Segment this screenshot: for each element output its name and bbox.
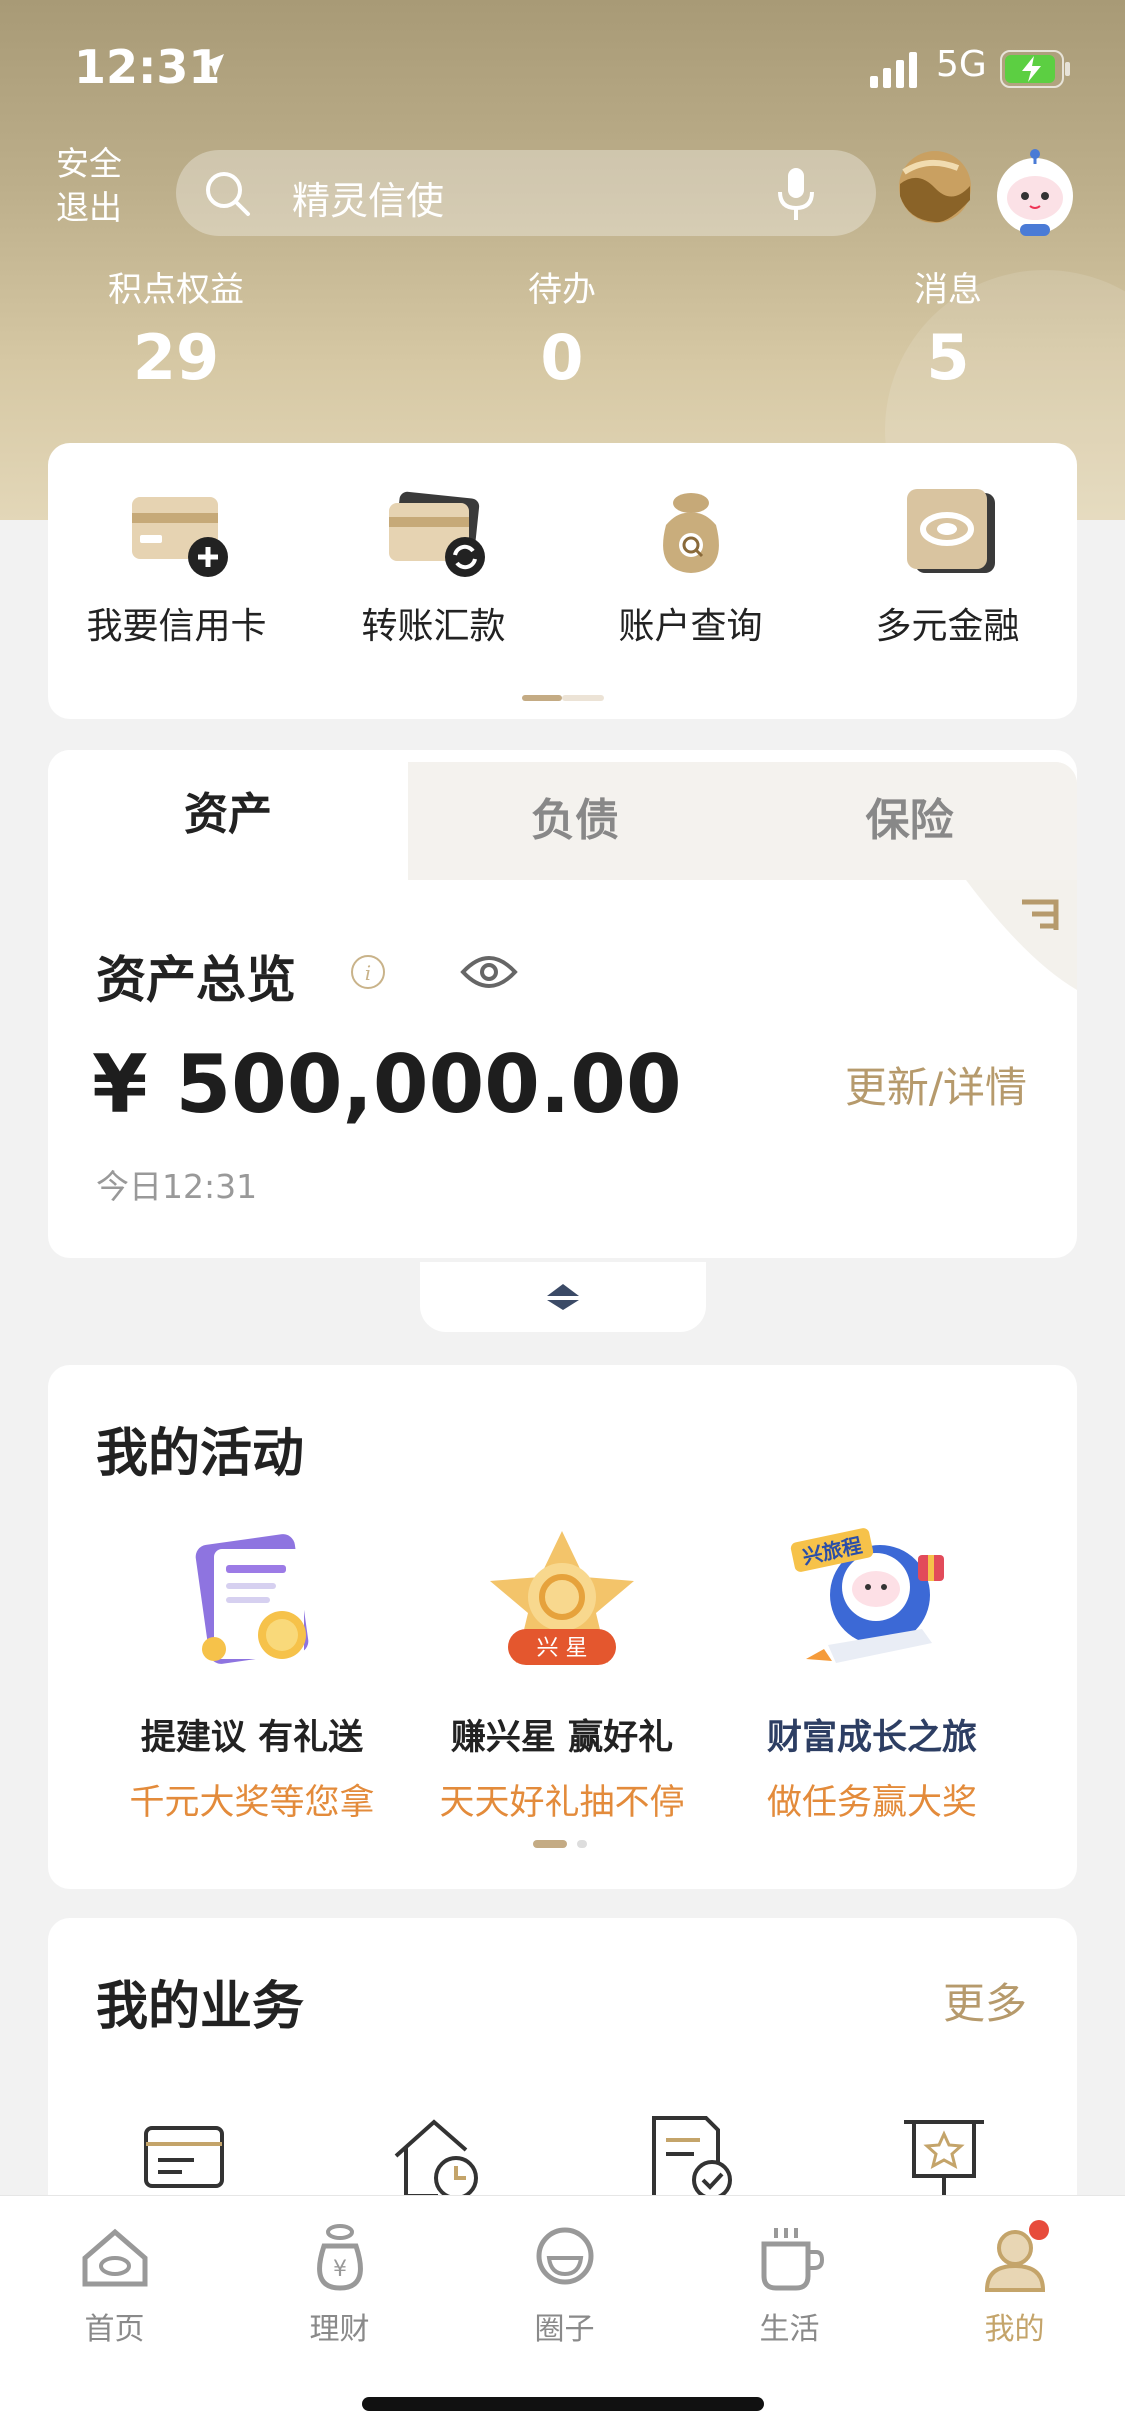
- quick-action-label: 转账汇款: [361, 606, 506, 647]
- battery-charging-icon: [1000, 50, 1070, 88]
- assets-tabs: 资产 负债 保险: [48, 750, 1077, 880]
- star-badge-icon: 兴 星: [490, 1531, 634, 1665]
- microphone-icon[interactable]: [776, 166, 816, 222]
- svg-text:i: i: [365, 961, 371, 985]
- finance-logo-icon: [906, 489, 995, 573]
- stat-messages[interactable]: 消息 5: [808, 262, 1088, 394]
- brand-logo-icon[interactable]: [898, 150, 972, 224]
- astronaut-rocket-icon: 兴旅程: [790, 1528, 944, 1663]
- quick-action-account-query[interactable]: 账户查询: [562, 485, 819, 649]
- tab-insurance[interactable]: 保险: [742, 762, 1077, 880]
- tab-label: 圈子: [534, 2312, 595, 2347]
- home-indicator: [362, 2397, 764, 2411]
- collapse-arrow-icon: [547, 1284, 579, 1310]
- location-arrow-icon: [202, 54, 224, 76]
- quick-action-transfer[interactable]: 转账汇款: [305, 485, 562, 649]
- stat-value: 29: [132, 321, 220, 394]
- star-badge-text: 兴 星: [537, 1636, 588, 1661]
- activity-subtitle: 千元大奖等您拿: [129, 1783, 375, 1823]
- activity-growth-journey[interactable]: 兴旅程 财富成长之旅 做任务赢大奖: [712, 1525, 1032, 1825]
- tab-label: 理财: [309, 2312, 370, 2347]
- quick-actions-card: 我要信用卡 转账汇款 账户查询 多元金融: [48, 443, 1077, 719]
- page-indicator: [522, 695, 604, 701]
- svg-text:¥: ¥: [333, 2257, 347, 2282]
- robot-assistant-icon[interactable]: [990, 148, 1080, 240]
- quick-action-multi-finance[interactable]: 多元金融: [819, 485, 1076, 649]
- search-bar[interactable]: 精灵信使: [176, 150, 876, 236]
- signal-icon: [870, 52, 917, 88]
- credit-card-add-icon: [131, 497, 228, 577]
- stat-label: 待办: [528, 270, 596, 310]
- profile-icon: [984, 2220, 1049, 2292]
- activity-title: 提建议 有礼送: [140, 1718, 364, 1758]
- tab-label: 首页: [84, 2312, 145, 2347]
- tab-life[interactable]: 生活: [677, 2218, 902, 2348]
- activity-suggestion[interactable]: 提建议 有礼送 千元大奖等您拿: [92, 1525, 412, 1825]
- search-placeholder: 精灵信使: [292, 179, 445, 223]
- wealth-icon: ¥: [316, 2224, 363, 2291]
- safe-exit-button[interactable]: 安全退出: [56, 142, 126, 230]
- asset-overview-title: 资产总览: [96, 951, 296, 1009]
- activity-title: 财富成长之旅: [766, 1718, 977, 1758]
- activity-title: 赚兴星 赢好礼: [450, 1718, 674, 1758]
- card-service-icon[interactable]: [134, 2108, 234, 2208]
- tab-assets[interactable]: 资产: [48, 750, 408, 880]
- stat-label: 消息: [914, 270, 982, 310]
- search-icon: [206, 172, 250, 216]
- network-type: 5G: [936, 44, 987, 85]
- coffee-icon: [761, 2228, 824, 2291]
- page-indicator: [533, 1840, 593, 1848]
- home-loan-icon[interactable]: [386, 2108, 486, 2208]
- stat-value: 0: [540, 321, 584, 394]
- quick-action-label: 账户查询: [618, 606, 763, 647]
- quick-action-label: 多元金融: [875, 606, 1020, 647]
- eye-icon[interactable]: [460, 948, 518, 996]
- info-icon[interactable]: i: [350, 954, 386, 990]
- tab-label: 生活: [759, 2312, 820, 2347]
- activity-subtitle: 天天好礼抽不停: [439, 1783, 685, 1823]
- collapse-toggle[interactable]: [420, 1262, 706, 1332]
- activities-title: 我的活动: [96, 1424, 305, 1484]
- stat-value: 5: [926, 321, 970, 394]
- tab-circle[interactable]: 圈子: [452, 2218, 677, 2348]
- activity-star[interactable]: 兴 星 赚兴星 赢好礼 天天好礼抽不停: [402, 1525, 722, 1825]
- asset-amount: ¥ 500,000.00: [92, 1038, 682, 1131]
- tab-liabilities[interactable]: 负债: [408, 762, 742, 880]
- assets-card: 资产 负债 保险 资产总览 i ¥ 500,000.00 更新/详情 今日12:…: [48, 750, 1077, 1258]
- money-bag-search-icon: [662, 493, 719, 573]
- tab-wealth[interactable]: ¥ 理财: [227, 2218, 452, 2348]
- business-title: 我的业务: [96, 1977, 305, 2037]
- tab-profile[interactable]: 我的: [902, 2218, 1125, 2348]
- stat-label: 积点权益: [108, 270, 244, 310]
- document-check-icon[interactable]: [640, 2108, 740, 2208]
- activity-subtitle: 做任务赢大奖: [766, 1783, 977, 1823]
- suggestion-gift-icon: [195, 1534, 309, 1664]
- quick-action-label: 我要信用卡: [86, 606, 267, 647]
- stat-points[interactable]: 积点权益 29: [36, 262, 316, 394]
- activities-card: 我的活动 提建议 有礼送 千元大奖等您拿 兴 星 赚兴星 赢好礼 天天好礼抽不停: [48, 1365, 1077, 1889]
- tab-label: 我的: [984, 2312, 1045, 2347]
- update-details-link[interactable]: 更新/详情: [845, 1054, 1027, 1115]
- transfer-card-icon: [388, 491, 485, 577]
- menu-fold-icon[interactable]: [966, 880, 1077, 990]
- status-bar: 12:31 5G: [0, 0, 1125, 140]
- circle-icon: [536, 2227, 593, 2285]
- home-icon: [82, 2228, 147, 2287]
- asset-timestamp: 今日12:31: [96, 1167, 258, 1206]
- star-board-icon[interactable]: [894, 2108, 994, 2208]
- stat-todo[interactable]: 待办 0: [422, 262, 702, 394]
- tab-home[interactable]: 首页: [2, 2218, 227, 2348]
- quick-action-credit-card[interactable]: 我要信用卡: [48, 485, 305, 649]
- business-more-link[interactable]: 更多: [943, 1970, 1027, 2031]
